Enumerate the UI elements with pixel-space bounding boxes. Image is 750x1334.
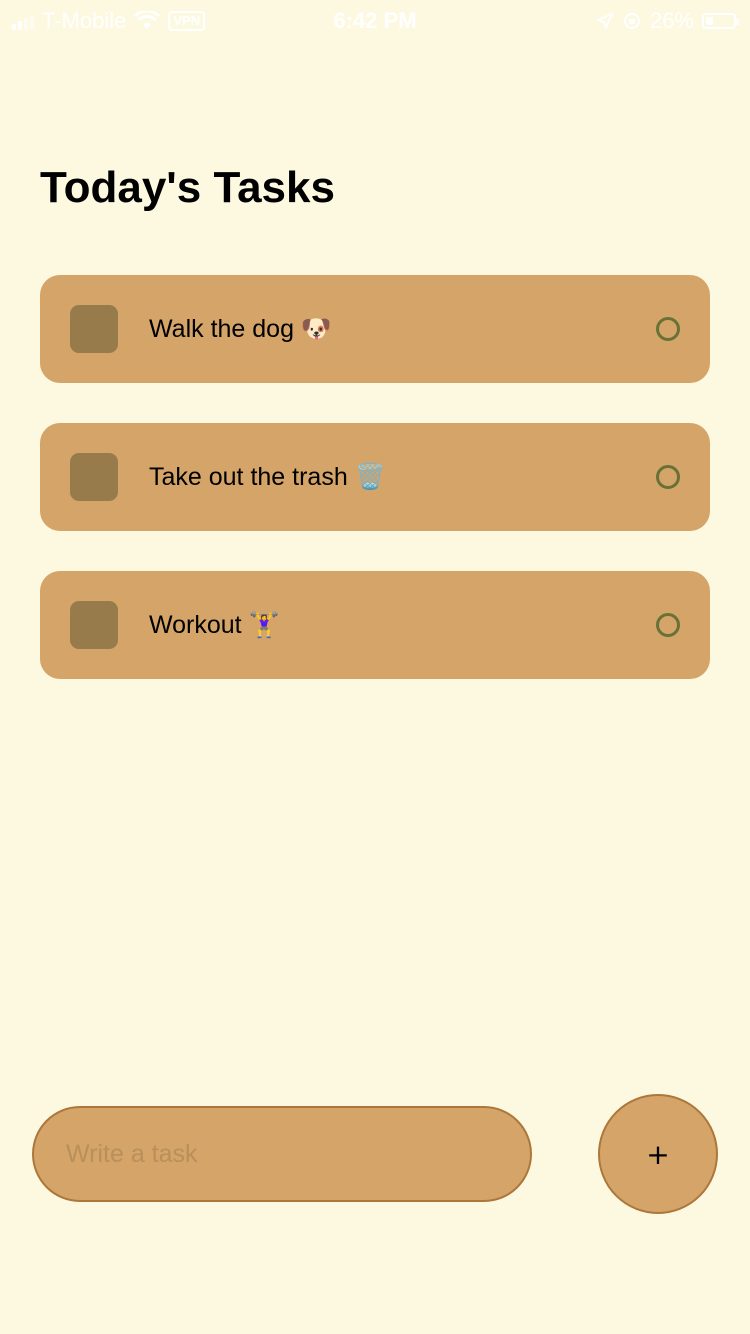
task-input[interactable] <box>32 1106 532 1202</box>
battery-level <box>706 17 713 25</box>
add-task-button[interactable]: + <box>598 1094 718 1214</box>
task-square-icon <box>70 601 118 649</box>
task-circle-icon <box>656 465 680 489</box>
task-text: Walk the dog 🐶 <box>149 315 333 343</box>
task-item[interactable]: Workout 🏋️‍♀️ <box>40 571 710 679</box>
task-list: Walk the dog 🐶 Take out the trash 🗑️ Wor… <box>40 275 710 719</box>
task-square-icon <box>70 305 118 353</box>
task-square-icon <box>70 453 118 501</box>
task-text: Take out the trash 🗑️ <box>149 463 386 491</box>
status-right: 26% <box>596 8 739 34</box>
task-circle-icon <box>656 317 680 341</box>
task-text: Workout 🏋️‍♀️ <box>149 611 280 639</box>
page-title: Today's Tasks <box>40 163 335 212</box>
task-item[interactable]: Walk the dog 🐶 <box>40 275 710 383</box>
status-bar: T-Mobile VPN 6:42 PM 26% <box>0 0 750 42</box>
rotation-lock-icon <box>623 13 640 29</box>
location-icon <box>596 13 613 29</box>
battery-percent: 26% <box>649 8 694 33</box>
task-circle-icon <box>656 613 680 637</box>
battery-icon <box>702 13 739 29</box>
task-item[interactable]: Take out the trash 🗑️ <box>40 423 710 531</box>
